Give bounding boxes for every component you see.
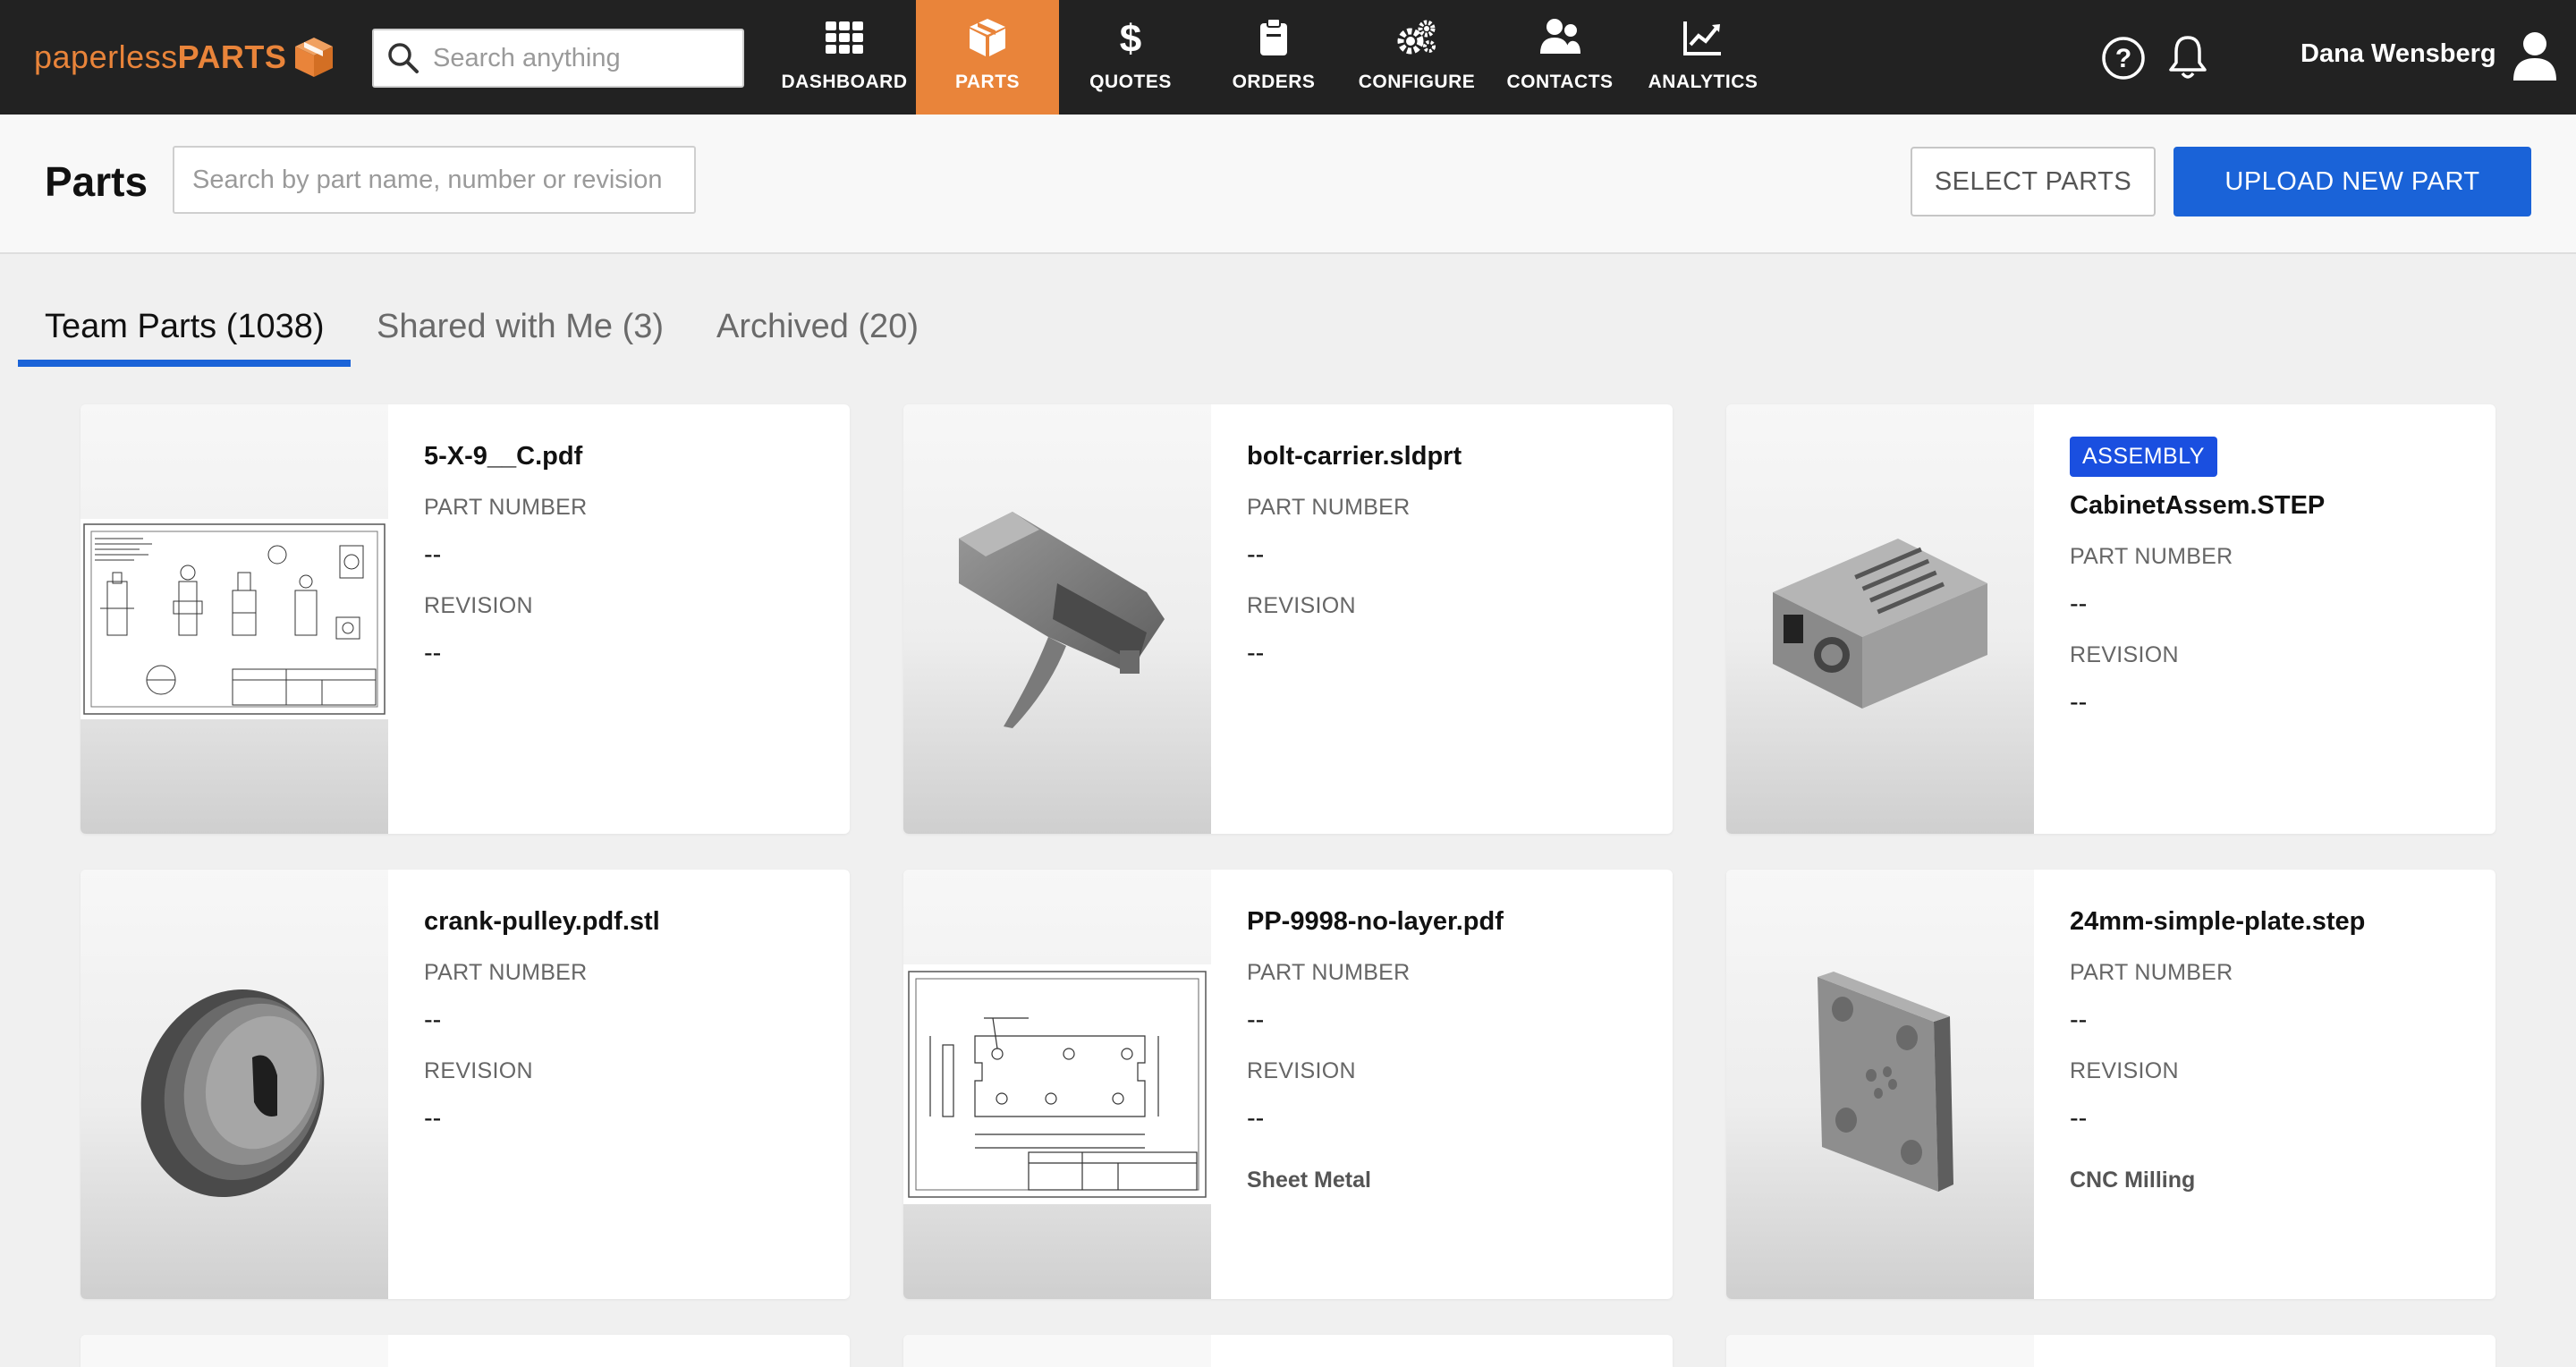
nav-label: ANALYTICS xyxy=(1648,72,1758,92)
page-title: Parts xyxy=(45,158,148,205)
part-card[interactable] xyxy=(903,1335,1673,1367)
part-card[interactable]: bolt-carrier.sldprt PART NUMBER -- REVIS… xyxy=(903,404,1673,834)
part-file-name[interactable]: PP-9998-no-layer.pdf xyxy=(1247,907,1655,937)
chart-icon xyxy=(1683,20,1723,55)
part-number-label: PART NUMBER xyxy=(1247,960,1411,985)
global-search-box[interactable] xyxy=(372,29,744,88)
revision-label: REVISION xyxy=(1247,1058,1356,1083)
part-number-value: -- xyxy=(424,540,442,569)
nav-contacts[interactable]: CONTACTS xyxy=(1488,0,1631,115)
gears-icon xyxy=(1396,20,1437,55)
part-file-name[interactable]: bolt-carrier.sldprt xyxy=(1247,442,1655,471)
part-file-name[interactable]: 5-X-9__C.pdf xyxy=(424,442,832,471)
nav-dashboard[interactable]: DASHBOARD xyxy=(773,0,916,115)
sheet-drawing-thumb xyxy=(903,870,1211,1299)
logo-cube-icon xyxy=(295,38,334,77)
part-search-input[interactable] xyxy=(173,146,696,214)
part-number-value: -- xyxy=(2070,590,2088,618)
paperless-parts-logo[interactable]: paperless PARTS xyxy=(34,34,335,81)
revision-label: REVISION xyxy=(2070,1058,2179,1083)
nav-label: PARTS xyxy=(954,72,1021,92)
revision-label: REVISION xyxy=(424,1058,533,1083)
nav-label: ORDERS xyxy=(1232,72,1316,92)
part-card[interactable] xyxy=(1726,1335,2496,1367)
plate-thumb xyxy=(1726,870,2034,1299)
part-file-name[interactable]: crank-pulley.pdf.stl xyxy=(424,907,832,937)
revision-value: -- xyxy=(424,639,442,667)
process-type: CNC Milling xyxy=(2070,1167,2196,1193)
user-name[interactable]: Dana Wensberg xyxy=(2301,39,2496,69)
svg-text:$: $ xyxy=(1120,18,1141,57)
nav-label: CONTACTS xyxy=(1506,72,1614,92)
tab-archived[interactable]: Archived (20) xyxy=(716,308,919,346)
revision-value: -- xyxy=(1247,1104,1265,1133)
bolt-carrier-thumb xyxy=(903,404,1211,834)
part-number-label: PART NUMBER xyxy=(2070,544,2233,569)
nav-quotes[interactable]: $ QUOTES xyxy=(1059,0,1202,115)
tab-shared-with-me[interactable]: Shared with Me (3) xyxy=(377,308,664,346)
part-number-value: -- xyxy=(2070,1006,2088,1034)
revision-label: REVISION xyxy=(1247,593,1356,618)
logo-text-thin: paperless xyxy=(34,38,178,75)
active-tab-indicator xyxy=(18,360,351,367)
revision-value: -- xyxy=(2070,688,2088,717)
select-parts-button[interactable]: SELECT PARTS xyxy=(1911,147,2156,217)
contacts-icon xyxy=(1538,19,1581,55)
part-card[interactable] xyxy=(80,1335,850,1367)
part-file-name[interactable]: CabinetAssem.STEP xyxy=(2070,491,2478,521)
assembly-badge: ASSEMBLY xyxy=(2070,437,2217,477)
part-thumb xyxy=(80,1335,388,1367)
grid-icon xyxy=(826,20,863,55)
revision-label: REVISION xyxy=(2070,642,2179,667)
part-number-label: PART NUMBER xyxy=(1247,495,1411,520)
nav-analytics[interactable]: ANALYTICS xyxy=(1631,0,1775,115)
upload-new-part-button[interactable]: UPLOAD NEW PART xyxy=(2174,147,2531,217)
part-card[interactable]: ASSEMBLY CabinetAssem.STEP PART NUMBER -… xyxy=(1726,404,2496,834)
revision-label: REVISION xyxy=(424,593,533,618)
part-card[interactable]: PP-9998-no-layer.pdf PART NUMBER -- REVI… xyxy=(903,870,1673,1299)
part-number-label: PART NUMBER xyxy=(2070,960,2233,985)
user-avatar-icon[interactable] xyxy=(2510,30,2560,85)
clipboard-icon xyxy=(1258,18,1289,55)
nav-label: DASHBOARD xyxy=(781,72,908,92)
drawing-thumb xyxy=(80,404,388,834)
part-card[interactable]: 5-X-9__C.pdf PART NUMBER -- REVISION -- xyxy=(80,404,850,834)
dollar-icon: $ xyxy=(1118,18,1143,57)
part-card[interactable]: 24mm-simple-plate.step PART NUMBER -- RE… xyxy=(1726,870,2496,1299)
part-thumb xyxy=(903,1335,1211,1367)
page-header: Parts SELECT PARTS UPLOAD NEW PART xyxy=(0,115,2576,254)
part-number-label: PART NUMBER xyxy=(424,495,588,520)
part-number-label: PART NUMBER xyxy=(424,960,588,985)
part-number-value: -- xyxy=(424,1006,442,1034)
global-search-input[interactable] xyxy=(433,43,728,73)
cube-icon xyxy=(968,19,1007,56)
part-thumb xyxy=(1726,1335,2034,1367)
nav-parts[interactable]: PARTS xyxy=(916,0,1059,115)
part-number-value: -- xyxy=(1247,1006,1265,1034)
pulley-thumb xyxy=(80,870,388,1299)
help-icon[interactable]: ? xyxy=(2101,36,2146,85)
part-card[interactable]: crank-pulley.pdf.stl PART NUMBER -- REVI… xyxy=(80,870,850,1299)
logo-text-bold: PARTS xyxy=(177,38,287,75)
revision-value: -- xyxy=(2070,1104,2088,1133)
svg-text:?: ? xyxy=(2115,44,2131,73)
tab-team-parts[interactable]: Team Parts (1038) xyxy=(45,308,325,346)
revision-value: -- xyxy=(424,1104,442,1133)
nav-label: CONFIGURE xyxy=(1358,72,1476,92)
nav-label: QUOTES xyxy=(1089,72,1172,92)
cabinet-thumb xyxy=(1726,404,2034,834)
top-nav-bar: paperlessPARTS DASHBOARD xyxy=(0,0,2576,115)
nav-orders[interactable]: ORDERS xyxy=(1202,0,1345,115)
notification-bell-icon[interactable] xyxy=(2165,34,2210,85)
process-type: Sheet Metal xyxy=(1247,1167,1371,1193)
search-icon xyxy=(388,43,419,73)
nav-configure[interactable]: CONFIGURE xyxy=(1345,0,1488,115)
part-file-name[interactable]: 24mm-simple-plate.step xyxy=(2070,907,2478,937)
revision-value: -- xyxy=(1247,639,1265,667)
part-number-value: -- xyxy=(1247,540,1265,569)
